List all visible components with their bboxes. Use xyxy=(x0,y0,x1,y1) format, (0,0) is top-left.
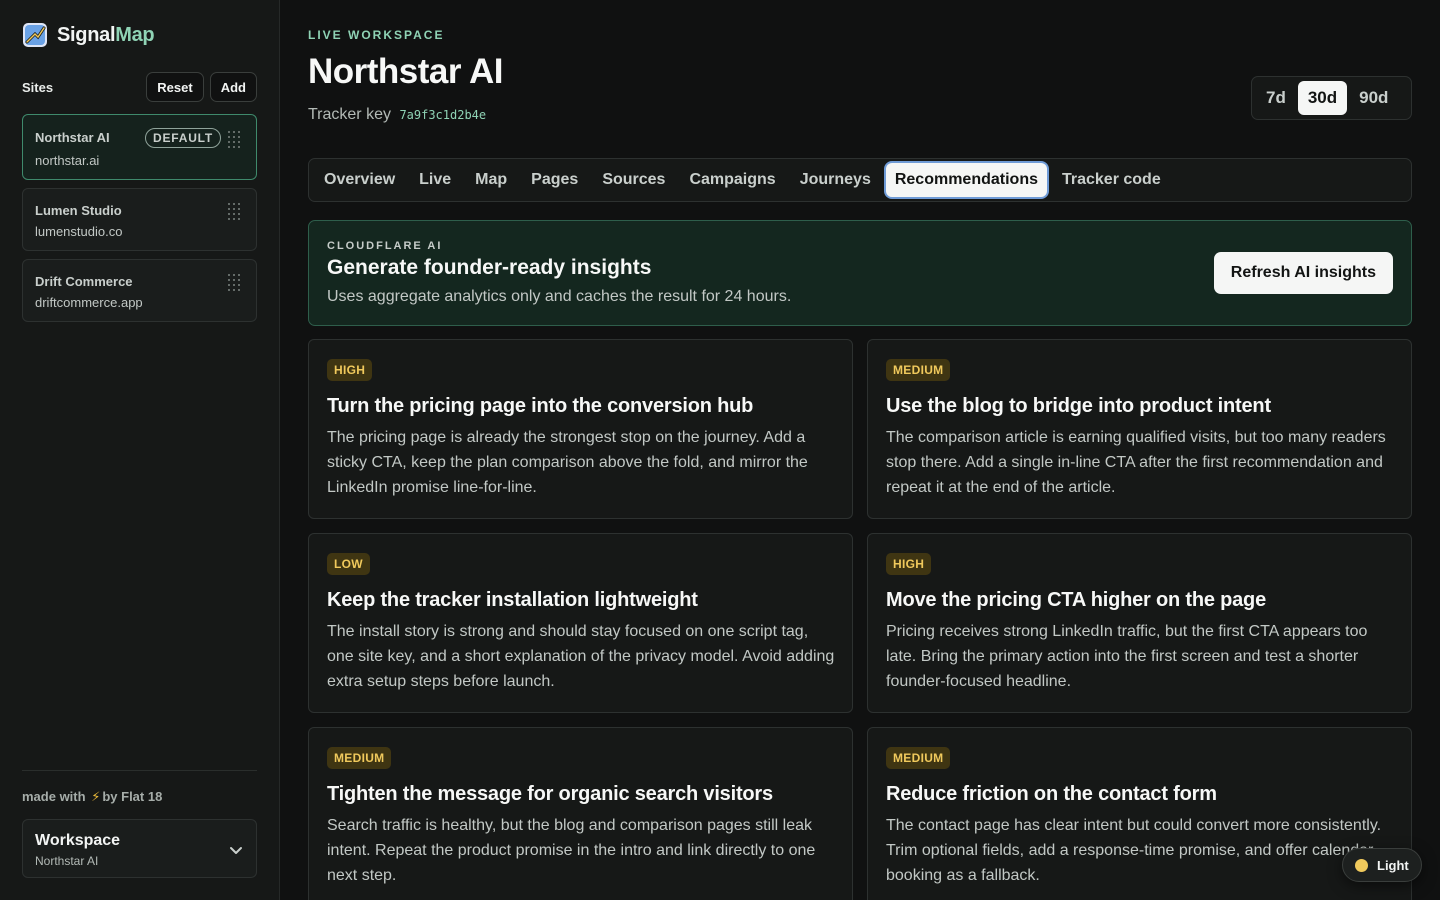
refresh-ai-insights-button[interactable]: Refresh AI insights xyxy=(1213,252,1393,294)
site-name: Lumen Studio xyxy=(35,203,122,218)
recommendation-title: Turn the pricing page into the conversio… xyxy=(327,395,754,417)
site-domain: northstar.ai xyxy=(35,153,100,168)
tab-recommendations[interactable]: Recommendations xyxy=(885,163,1047,197)
tab-sources[interactable]: Sources xyxy=(593,163,674,197)
site-name: Northstar AI xyxy=(35,130,110,145)
tab-journeys[interactable]: Journeys xyxy=(791,163,880,197)
recommendation-body: The install story is strong and should s… xyxy=(327,623,835,690)
theme-toggle-label: Light xyxy=(1377,857,1409,873)
recommendation-body: The comparison article is earning qualif… xyxy=(886,429,1386,496)
workspace-switcher[interactable]: Workspace Northstar AI xyxy=(22,819,257,878)
tab-live[interactable]: Live xyxy=(410,163,460,197)
sun-icon xyxy=(1355,858,1368,872)
brand-name: SignalMap xyxy=(57,23,155,47)
priority-badge: HIGH xyxy=(327,359,373,381)
workspace-title: Workspace xyxy=(35,832,121,849)
sidebar-divider xyxy=(22,770,257,771)
drag-handle-icon[interactable] xyxy=(228,203,242,220)
sites-header: Sites Reset Add xyxy=(22,72,257,102)
recommendation-card: MEDIUM Tighten the message for organic s… xyxy=(308,727,853,900)
recommendation-card: LOW Keep the tracker installation lightw… xyxy=(308,533,853,713)
tracker-key-value[interactable]: 7a9f3c1d2b4e xyxy=(399,108,486,122)
ai-banner-eyebrow: CLOUDFLARE AI xyxy=(327,240,443,252)
sidebar: SignalMap Sites Reset Add Northstar AI D… xyxy=(0,0,280,900)
recommendation-title: Keep the tracker installation lightweigh… xyxy=(327,589,698,611)
date-range-selector: 7d 30d 90d xyxy=(1251,76,1412,120)
workspace-subtitle: Northstar AI xyxy=(35,854,99,868)
brand[interactable]: SignalMap xyxy=(22,22,155,48)
tab-map[interactable]: Map xyxy=(466,163,516,197)
recommendation-title: Tighten the message for organic search v… xyxy=(327,783,773,805)
theme-toggle-button[interactable]: Light xyxy=(1342,848,1422,882)
made-with-credit: made with ⚡ by Flat 18 xyxy=(22,789,162,805)
reset-button[interactable]: Reset xyxy=(146,72,204,102)
recommendation-card: MEDIUM Use the blog to bridge into produ… xyxy=(867,339,1412,519)
priority-badge: LOW xyxy=(327,553,370,575)
priority-badge: MEDIUM xyxy=(886,747,951,769)
recommendation-body: The contact page has clear intent but co… xyxy=(886,817,1382,884)
chevron-down-icon xyxy=(230,847,242,854)
page-eyebrow: LIVE WORKSPACE xyxy=(308,28,445,42)
site-card-drift[interactable]: Drift Commerce driftcommerce.app xyxy=(22,259,257,322)
signalmap-logo-icon xyxy=(23,23,47,47)
tracker-key-label: Tracker key xyxy=(308,106,391,123)
recommendation-card: HIGH Move the pricing CTA higher on the … xyxy=(867,533,1412,713)
drag-handle-icon[interactable] xyxy=(228,274,242,291)
site-domain: lumenstudio.co xyxy=(35,224,123,239)
recommendation-title: Move the pricing CTA higher on the page xyxy=(886,589,1266,611)
recommendation-body: The pricing page is already the stronges… xyxy=(327,429,808,496)
brand-name-part1: Signal xyxy=(57,23,116,46)
recommendation-title: Use the blog to bridge into product inte… xyxy=(886,395,1271,417)
made-with-prefix: made with xyxy=(22,789,86,804)
sites-label: Sites xyxy=(22,79,54,95)
brand-name-part2: Map xyxy=(115,23,155,46)
site-card-lumen[interactable]: Lumen Studio lumenstudio.co xyxy=(22,188,257,251)
site-card-northstar[interactable]: Northstar AI DEFAULT northstar.ai xyxy=(22,114,257,180)
site-name: Drift Commerce xyxy=(35,274,133,289)
tab-campaigns[interactable]: Campaigns xyxy=(680,163,784,197)
recommendation-body: Pricing receives strong LinkedIn traffic… xyxy=(886,623,1368,690)
recommendation-card: HIGH Turn the pricing page into the conv… xyxy=(308,339,853,519)
ai-banner-description: Uses aggregate analytics only and caches… xyxy=(327,288,792,305)
lightning-icon: ⚡ xyxy=(91,789,101,804)
tab-bar: Overview Live Map Pages Sources Campaign… xyxy=(308,158,1412,202)
range-30d-button[interactable]: 30d xyxy=(1297,81,1348,115)
recommendation-body: Search traffic is healthy, but the blog … xyxy=(327,817,816,884)
range-7d-button[interactable]: 7d xyxy=(1256,81,1296,115)
tracker-key: Tracker key 7a9f3c1d2b4e xyxy=(308,106,486,124)
priority-badge: MEDIUM xyxy=(886,359,951,381)
drag-handle-icon[interactable] xyxy=(228,131,242,148)
range-90d-button[interactable]: 90d xyxy=(1349,81,1398,115)
add-site-button[interactable]: Add xyxy=(209,72,257,102)
recommendation-title: Reduce friction on the contact form xyxy=(886,783,1217,805)
ai-banner-title: Generate founder-ready insights xyxy=(327,256,652,279)
tab-overview[interactable]: Overview xyxy=(315,163,404,197)
priority-badge: MEDIUM xyxy=(327,747,392,769)
default-badge: DEFAULT xyxy=(145,128,222,148)
tab-pages[interactable]: Pages xyxy=(522,163,587,197)
priority-badge: HIGH xyxy=(886,553,932,575)
made-with-suffix: by Flat 18 xyxy=(102,789,163,804)
site-domain: driftcommerce.app xyxy=(35,295,143,310)
page-title: Northstar AI xyxy=(308,52,503,91)
tab-tracker-code[interactable]: Tracker code xyxy=(1053,163,1170,197)
recommendation-card: MEDIUM Reduce friction on the contact fo… xyxy=(867,727,1412,900)
ai-insights-banner: CLOUDFLARE AI Generate founder-ready ins… xyxy=(308,220,1412,326)
